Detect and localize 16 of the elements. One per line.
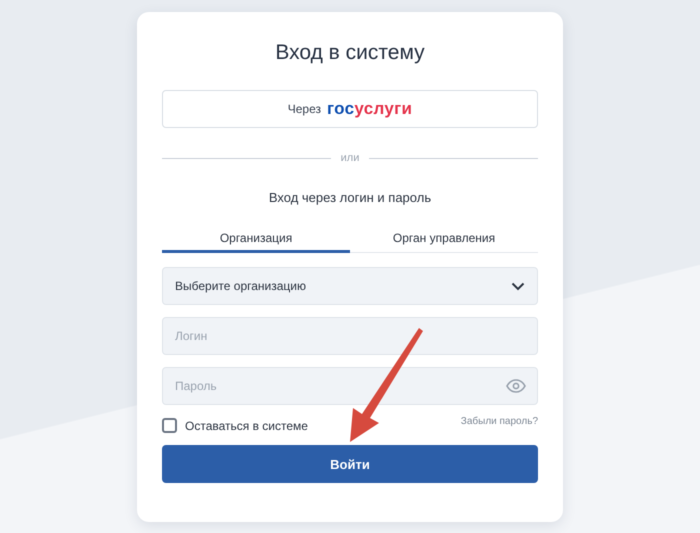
chevron-down-icon [511, 282, 525, 290]
password-field[interactable]: Пароль [162, 367, 538, 405]
login-tab[interactable]: Организация [162, 225, 350, 253]
login-tab[interactable]: Орган управления [350, 225, 538, 253]
login-button[interactable]: Войти [162, 445, 538, 483]
remember-label: Оставаться в системе [185, 418, 308, 432]
eye-icon[interactable] [506, 379, 526, 393]
remember-checkbox[interactable] [162, 418, 177, 433]
forgot-password-link[interactable]: Забыли пароль? [460, 416, 538, 427]
gosuslugi-button[interactable]: Через госуслуги [162, 90, 538, 128]
gosuslugi-logo: госуслуги [327, 99, 412, 119]
organization-select[interactable]: Выберите организацию [162, 267, 538, 305]
login-field[interactable]: Логин [162, 317, 538, 355]
login-title: Вход в систему [274, 40, 426, 66]
login-subtitle: Вход через логин и пароль [268, 190, 432, 205]
divider-label: или [340, 152, 360, 164]
